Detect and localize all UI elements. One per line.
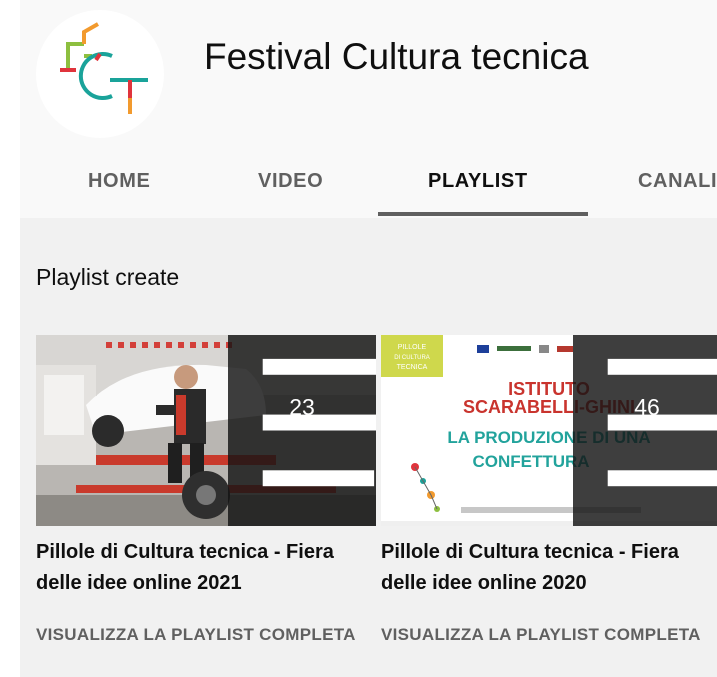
tab-playlist[interactable]: PLAYLIST — [428, 150, 528, 218]
playlist-card: PILLOLE DI CULTURA TECNICA ISTITUTO SCAR… — [381, 335, 717, 644]
svg-text:DI CULTURA: DI CULTURA — [394, 355, 430, 361]
playlists-section: Playlist create 23 Pillole di Cultura te… — [20, 218, 717, 677]
playlist-title[interactable]: Pillole di Cultura tecnica - Fiera delle… — [36, 537, 371, 599]
playlist-count-overlay: 23 — [228, 335, 376, 526]
playlist-card: 23 Pillole di Cultura tecnica - Fiera de… — [36, 335, 376, 644]
playlist-icon — [607, 358, 717, 487]
channel-header: Festival Cultura tecnica HOME VIDEO PLAY… — [20, 0, 717, 218]
channel-title: Festival Cultura tecnica — [204, 36, 589, 77]
view-full-playlist-link[interactable]: VISUALIZZA LA PLAYLIST COMPLETA — [36, 623, 371, 647]
poster-line4: CONFETTURA — [472, 452, 589, 471]
fct-logo-icon — [60, 22, 148, 114]
section-title: Playlist create — [36, 264, 180, 290]
active-tab-indicator — [378, 212, 588, 216]
playlist-icon — [262, 358, 376, 487]
tab-video[interactable]: VIDEO — [258, 150, 323, 218]
poster-badge-text: PILLOLE — [398, 344, 427, 351]
playlist-title[interactable]: Pillole di Cultura tecnica - Fiera delle… — [381, 537, 716, 599]
playlist-count-overlay: 46 — [573, 335, 717, 526]
svg-text:TECNICA: TECNICA — [397, 364, 428, 371]
channel-avatar[interactable] — [36, 10, 164, 138]
tab-canali[interactable]: CANALI — [638, 150, 717, 218]
tab-home[interactable]: HOME — [88, 150, 150, 218]
playlist-thumbnail[interactable]: 23 — [36, 335, 376, 526]
playlist-thumbnail[interactable]: PILLOLE DI CULTURA TECNICA ISTITUTO SCAR… — [381, 335, 717, 526]
view-full-playlist-link[interactable]: VISUALIZZA LA PLAYLIST COMPLETA — [381, 623, 716, 647]
channel-tabs: HOME VIDEO PLAYLIST CANALI — [20, 150, 717, 218]
